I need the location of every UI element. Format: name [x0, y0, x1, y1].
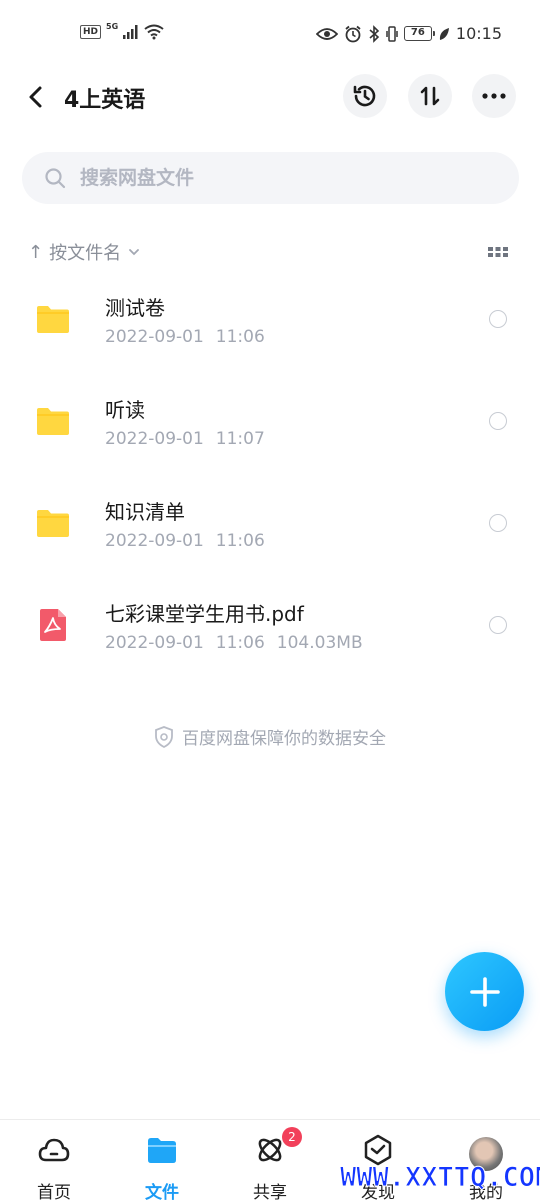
file-select-checkbox[interactable] [489, 412, 507, 430]
file-date: 2022-09-01 [105, 633, 204, 653]
file-time: 11:06 [215, 531, 265, 551]
nav-home-label: 首页 [37, 1183, 71, 1200]
watermark-text: WWW.XXTTQ.COM [339, 1162, 540, 1194]
header: 4上英语 [0, 72, 540, 122]
file-select-checkbox[interactable] [489, 616, 507, 634]
status-left: HD 5G [80, 21, 164, 40]
alarm-icon [345, 25, 361, 42]
file-meta: 2022-09-01 11:06 104.03MB [105, 633, 363, 653]
file-size: 104.03MB [276, 633, 363, 653]
sort-arrows-icon [420, 86, 440, 106]
cloud-icon [38, 1138, 70, 1162]
folder-icon [37, 306, 69, 333]
clock: 10:15 [455, 24, 502, 43]
file-name: 七彩课堂学生用书.pdf [105, 602, 304, 626]
nav-files[interactable]: 文件 [108, 1120, 216, 1200]
file-select-checkbox[interactable] [489, 514, 507, 532]
status-right: 76 10:15 [315, 24, 502, 43]
file-row[interactable]: 知识清单 2022-09-01 11:06 [0, 472, 540, 574]
file-time: 11:06 [215, 327, 265, 347]
shield-icon [155, 725, 173, 748]
file-list: 测试卷 2022-09-01 11:06 听读 2022-09-01 11:07… [0, 268, 540, 676]
sort-by-name-button[interactable]: ↑ 按文件名 [28, 239, 141, 265]
file-name: 知识清单 [105, 500, 185, 524]
safety-note: 百度网盘保障你的数据安全 [0, 724, 540, 749]
back-button[interactable] [22, 80, 52, 114]
nav-share[interactable]: 共享 [216, 1120, 324, 1200]
file-meta: 2022-09-01 11:06 [105, 327, 265, 347]
file-row[interactable]: 七彩课堂学生用书.pdf 2022-09-01 11:06 104.03MB [0, 574, 540, 676]
file-date: 2022-09-01 [105, 531, 204, 551]
file-time: 11:06 [215, 633, 265, 653]
file-time: 11:07 [215, 429, 265, 449]
bluetooth-icon [369, 24, 380, 43]
folder-icon [37, 408, 69, 435]
search-icon [45, 168, 66, 189]
wifi-icon [144, 24, 164, 40]
file-meta: 2022-09-01 11:06 [105, 531, 265, 551]
file-date: 2022-09-01 [105, 327, 204, 347]
search-input[interactable] [80, 167, 460, 189]
nav-share-label: 共享 [253, 1183, 287, 1200]
status-bar: HD 5G 76 10:15 [0, 0, 540, 70]
battery-indicator: 76 [403, 26, 435, 41]
sort-row: ↑ 按文件名 [28, 236, 512, 268]
nav-home[interactable]: 首页 [0, 1120, 108, 1200]
folder-icon [37, 510, 69, 537]
share-badge: 2 [282, 1127, 302, 1147]
page-title: 4上英语 [64, 88, 146, 113]
pdf-icon [40, 609, 66, 641]
more-dots-icon [482, 93, 506, 99]
leaf-icon [439, 27, 449, 40]
nav-files-label: 文件 [145, 1183, 179, 1200]
sort-button[interactable] [408, 74, 452, 118]
sort-label: 按文件名 [49, 243, 122, 264]
file-select-checkbox[interactable] [489, 310, 507, 328]
signal-icon [123, 25, 138, 39]
file-date: 2022-09-01 [105, 429, 204, 449]
chevron-left-icon [29, 86, 42, 108]
eye-icon [315, 27, 338, 40]
sort-direction-arrow: ↑ [28, 241, 44, 263]
plus-icon [469, 976, 500, 1007]
hd-indicator: HD [80, 25, 102, 39]
grid-view-button[interactable] [488, 242, 508, 262]
chevron-down-icon [129, 249, 139, 256]
file-name: 测试卷 [105, 296, 165, 320]
safety-text: 百度网盘保障你的数据安全 [182, 729, 386, 749]
history-button[interactable] [343, 74, 387, 118]
file-name: 听读 [105, 398, 145, 422]
more-button[interactable] [472, 74, 516, 118]
folder-icon [148, 1138, 176, 1163]
5g-indicator: 5G [106, 21, 119, 31]
vibrate-icon [386, 25, 398, 42]
file-meta: 2022-09-01 11:07 [105, 429, 265, 449]
file-row[interactable]: 测试卷 2022-09-01 11:06 [0, 268, 540, 370]
file-row[interactable]: 听读 2022-09-01 11:07 [0, 370, 540, 472]
add-button[interactable] [445, 952, 524, 1031]
grid-view-icon [488, 247, 508, 257]
search-bar[interactable] [22, 152, 519, 204]
history-icon [353, 85, 376, 107]
